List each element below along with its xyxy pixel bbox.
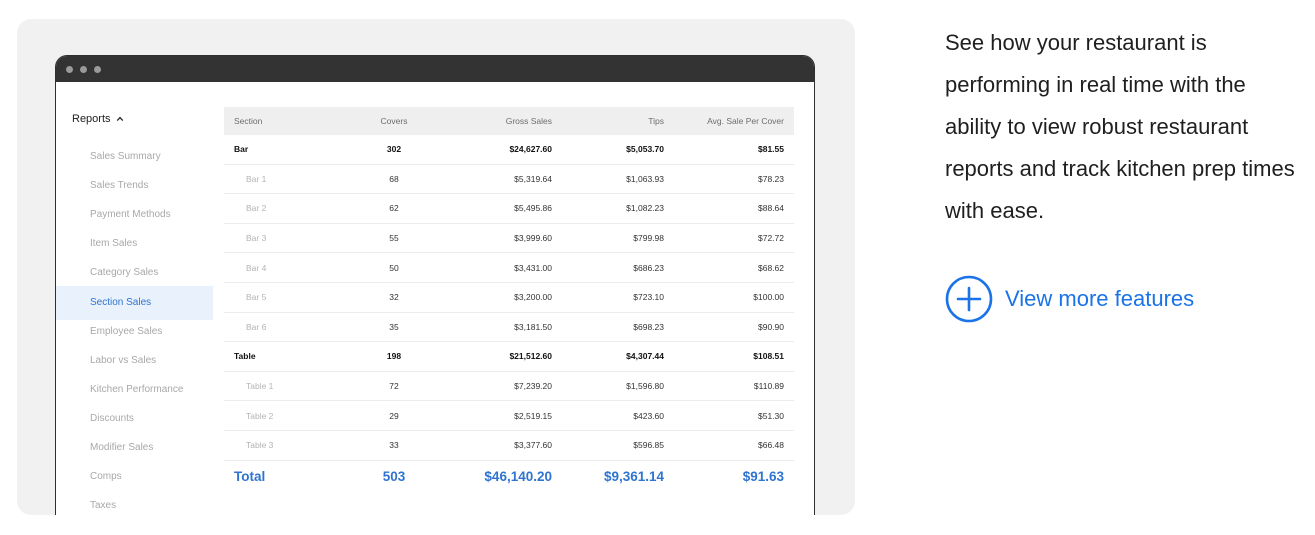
table-total-row: Total 503 $46,140.20 $9,361.14 $91.63	[224, 461, 794, 493]
table-cell: $423.60	[633, 410, 664, 421]
table-cell: $3,999.60	[514, 233, 552, 244]
table-cell: $1,596.80	[626, 381, 664, 392]
reports-header-label: Reports	[72, 113, 111, 125]
table-cell: Bar 6	[246, 321, 267, 332]
table-row: Table 3 33 $3,377.60 $596.85 $66.48	[224, 431, 794, 461]
table-cell: $100.00	[753, 292, 784, 303]
table-cell: Bar 4	[246, 262, 267, 273]
window-titlebar	[56, 56, 814, 82]
chevron-up-icon	[116, 116, 123, 122]
column-header-avg-sale[interactable]: Avg. Sale Per Cover	[684, 107, 784, 135]
table-cell: $5,053.70	[626, 144, 664, 155]
view-more-features-link[interactable]: View more features	[945, 275, 1194, 323]
table-header-row: Section Covers Gross Sales Tips Avg. Sal…	[224, 107, 794, 135]
table-cell: Table 1	[246, 381, 274, 392]
table-row: Bar 2 62 $5,495.86 $1,082.23 $88.64	[224, 194, 794, 224]
column-header-section[interactable]: Section	[234, 107, 334, 135]
table-cell: $3,431.00	[514, 262, 552, 273]
table-cell: 32	[389, 292, 399, 303]
table-cell: Table	[234, 351, 256, 362]
table-cell: $5,319.64	[514, 173, 552, 184]
table-cell: 55	[389, 233, 399, 244]
column-header-covers[interactable]: Covers	[364, 107, 424, 135]
screenshot-card: Reports Sales Summary Sales Trends Payment…	[17, 19, 855, 515]
table-cell: $78.23	[758, 173, 784, 184]
table-row: Table 1 72 $7,239.20 $1,596.80 $110.89	[224, 372, 794, 402]
table-cell: $72.72	[758, 233, 784, 244]
table-cell: $110.89	[753, 381, 784, 392]
window-dot-icon	[80, 66, 87, 73]
table-cell: 33	[389, 440, 399, 451]
plus-circle-icon	[945, 275, 993, 323]
window-dot-icon	[66, 66, 73, 73]
table-row: Bar 3 55 $3,999.60 $799.98 $72.72	[224, 224, 794, 254]
table-cell: 503	[382, 469, 406, 485]
reports-sidebar: Reports Sales Summary Sales Trends Payment…	[56, 82, 213, 515]
sidebar-item-taxes[interactable]: Taxes	[56, 489, 213, 515]
table-cell: $51.30	[758, 410, 784, 421]
table-cell: $68.62	[758, 262, 784, 273]
table-cell: $3,377.60	[514, 440, 552, 451]
table-cell: $90.90	[758, 321, 784, 332]
table-row: Bar 4 50 $3,431.00 $686.23 $68.62	[224, 253, 794, 283]
table-cell: $81.55	[758, 144, 784, 155]
table-cell: $91.63	[742, 469, 784, 485]
table-cell: $723.10	[633, 292, 664, 303]
table-cell: Bar 5	[246, 292, 267, 303]
column-header-gross-sales[interactable]: Gross Sales	[452, 107, 552, 135]
table-cell: 72	[389, 381, 399, 392]
table-cell: $108.51	[753, 351, 784, 362]
table-cell: $4,307.44	[626, 351, 664, 362]
table-cell: $3,200.00	[514, 292, 552, 303]
table-cell: $9,361.14	[603, 469, 664, 485]
table-cell: 35	[389, 321, 399, 332]
table-row: Bar 302 $24,627.60 $5,053.70 $81.55	[224, 135, 794, 165]
table-cell: Table 3	[246, 440, 274, 451]
table-row: Bar 6 35 $3,181.50 $698.23 $90.90	[224, 313, 794, 343]
table-cell: 29	[389, 410, 399, 421]
table-cell: $3,181.50	[514, 321, 552, 332]
table-cell: $5,495.86	[514, 203, 552, 214]
table-cell: $66.48	[758, 440, 784, 451]
table-cell: 50	[389, 262, 399, 273]
table-cell: $799.98	[633, 233, 664, 244]
table-cell: 198	[386, 351, 402, 362]
table-cell: $596.85	[633, 440, 664, 451]
table-cell: $1,082.23	[626, 203, 664, 214]
table-cell: Table 2	[246, 410, 274, 421]
table-cell: Total	[234, 469, 266, 485]
table-row: Table 198 $21,512.60 $4,307.44 $108.51	[224, 342, 794, 372]
table-cell: Bar 2	[246, 203, 267, 214]
reports-header[interactable]: Reports	[72, 113, 124, 125]
table-cell: Bar 1	[246, 173, 267, 184]
device-window: Reports Sales Summary Sales Trends Payment…	[55, 55, 815, 515]
feature-description: See how your restaurant is performing in…	[945, 30, 1295, 223]
table-cell: $21,512.60	[509, 351, 552, 362]
window-dot-icon	[94, 66, 101, 73]
table-cell: $686.23	[633, 262, 664, 273]
table-cell: $24,627.60	[509, 144, 552, 155]
table-cell: $698.23	[633, 321, 664, 332]
table-cell: 302	[386, 144, 402, 155]
table-row: Table 2 29 $2,519.15 $423.60 $51.30	[224, 401, 794, 431]
table-cell: $1,063.93	[626, 173, 664, 184]
table-cell: Bar 3	[246, 233, 267, 244]
table-cell: $2,519.15	[514, 410, 552, 421]
table-cell: $46,140.20	[484, 469, 552, 485]
table-row: Bar 5 32 $3,200.00 $723.10 $100.00	[224, 283, 794, 313]
column-header-tips[interactable]: Tips	[564, 107, 664, 135]
table-cell: $88.64	[758, 203, 784, 214]
view-more-features-label: View more features	[1005, 286, 1195, 311]
table-cell: Bar	[234, 144, 249, 155]
table-cell: $7,239.20	[514, 381, 552, 392]
table-cell: 62	[389, 203, 399, 214]
table-cell: 68	[389, 173, 399, 184]
table-row: Bar 1 68 $5,319.64 $1,063.93 $78.23	[224, 165, 794, 195]
